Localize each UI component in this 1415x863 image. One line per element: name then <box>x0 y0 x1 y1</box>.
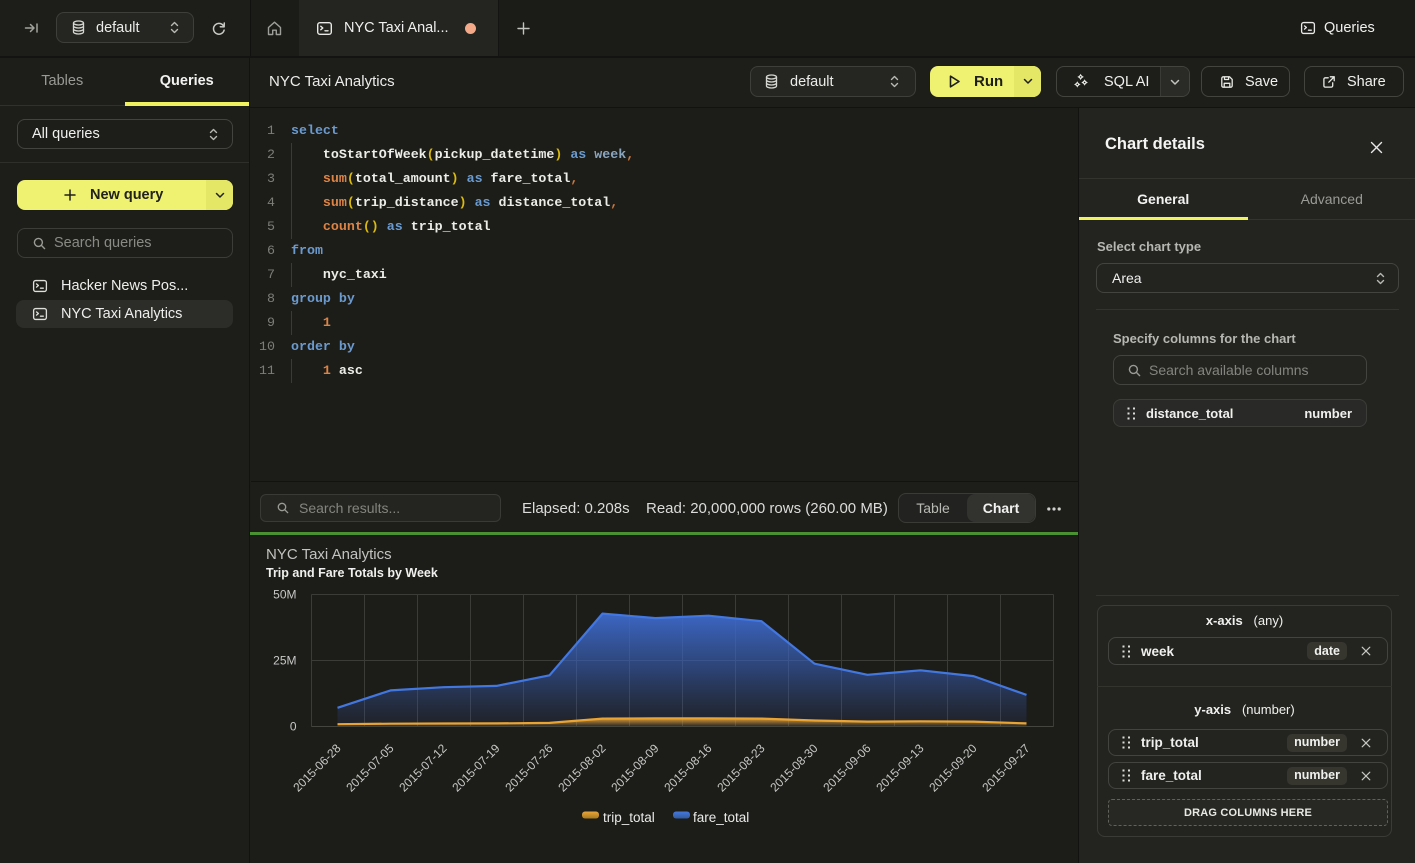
svg-text:2015-09-13: 2015-09-13 <box>873 741 927 795</box>
svg-text:2015-07-12: 2015-07-12 <box>396 741 450 795</box>
svg-text:2015-06-28: 2015-06-28 <box>290 741 344 795</box>
svg-text:50M: 50M <box>273 588 296 602</box>
svg-text:2015-08-23: 2015-08-23 <box>714 741 768 795</box>
svg-text:2015-08-16: 2015-08-16 <box>661 741 715 795</box>
svg-text:2015-08-09: 2015-08-09 <box>608 741 662 795</box>
svg-text:2015-09-27: 2015-09-27 <box>979 741 1033 795</box>
svg-text:2015-07-19: 2015-07-19 <box>449 741 503 795</box>
svg-text:fare_total: fare_total <box>693 810 749 825</box>
svg-text:2015-07-26: 2015-07-26 <box>502 741 556 795</box>
svg-text:2015-09-06: 2015-09-06 <box>820 741 874 795</box>
svg-text:25M: 25M <box>273 654 296 668</box>
svg-text:2015-08-02: 2015-08-02 <box>555 741 609 795</box>
svg-text:0: 0 <box>290 720 297 734</box>
svg-text:2015-08-30: 2015-08-30 <box>767 741 821 795</box>
svg-text:trip_total: trip_total <box>603 810 655 825</box>
svg-text:2015-07-05: 2015-07-05 <box>343 741 397 795</box>
svg-text:2015-09-20: 2015-09-20 <box>926 741 980 795</box>
